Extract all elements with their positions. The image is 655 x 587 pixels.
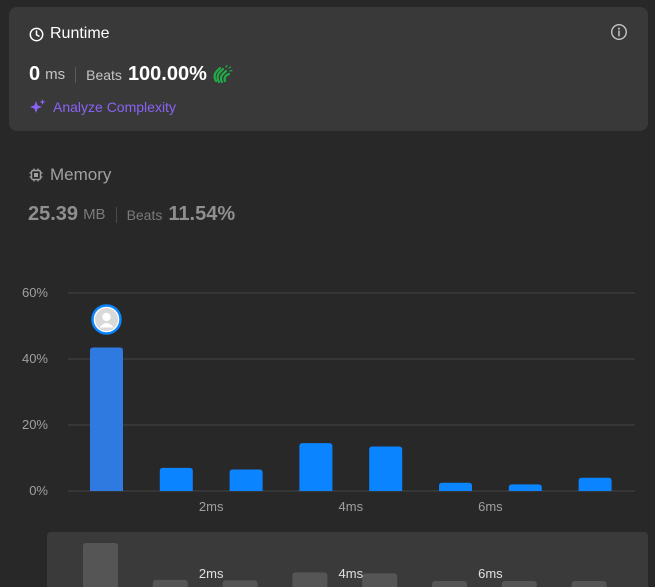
chart-bar[interactable] bbox=[369, 446, 403, 491]
chart-bar[interactable] bbox=[578, 477, 612, 491]
overview-bar bbox=[501, 581, 537, 587]
runtime-distribution-chart: 0% 20% 40% 60% 2ms 4ms 6ms bbox=[22, 285, 635, 514]
avatar-marker bbox=[91, 304, 122, 335]
overview-bar bbox=[222, 580, 258, 587]
y-tick-label: 20% bbox=[22, 417, 48, 432]
overview-tick-label: 4ms bbox=[339, 566, 364, 581]
overview-tick-label: 2ms bbox=[199, 566, 224, 581]
overview-bar bbox=[83, 543, 118, 587]
chart-bar[interactable] bbox=[159, 467, 193, 491]
x-tick-label: 4ms bbox=[339, 499, 364, 514]
chart-bar[interactable] bbox=[229, 469, 263, 491]
overview-bar bbox=[571, 581, 607, 587]
y-tick-label: 60% bbox=[22, 285, 48, 300]
chart-overview-scrubber[interactable]: 2ms 4ms 6ms bbox=[47, 532, 648, 587]
chart-bar[interactable] bbox=[90, 347, 123, 491]
overview-bar bbox=[362, 573, 398, 587]
x-tick-label: 2ms bbox=[199, 499, 224, 514]
chart-bar[interactable] bbox=[439, 482, 472, 491]
chart-bar[interactable] bbox=[508, 484, 542, 491]
overview-tick-label: 6ms bbox=[478, 566, 503, 581]
overview-bar bbox=[152, 579, 188, 587]
y-tick-label: 0% bbox=[29, 483, 48, 498]
overview-bar bbox=[432, 581, 467, 587]
x-tick-label: 6ms bbox=[478, 499, 503, 514]
chart-bar[interactable] bbox=[299, 443, 333, 491]
y-tick-label: 40% bbox=[22, 351, 48, 366]
overview-bar bbox=[292, 572, 328, 587]
